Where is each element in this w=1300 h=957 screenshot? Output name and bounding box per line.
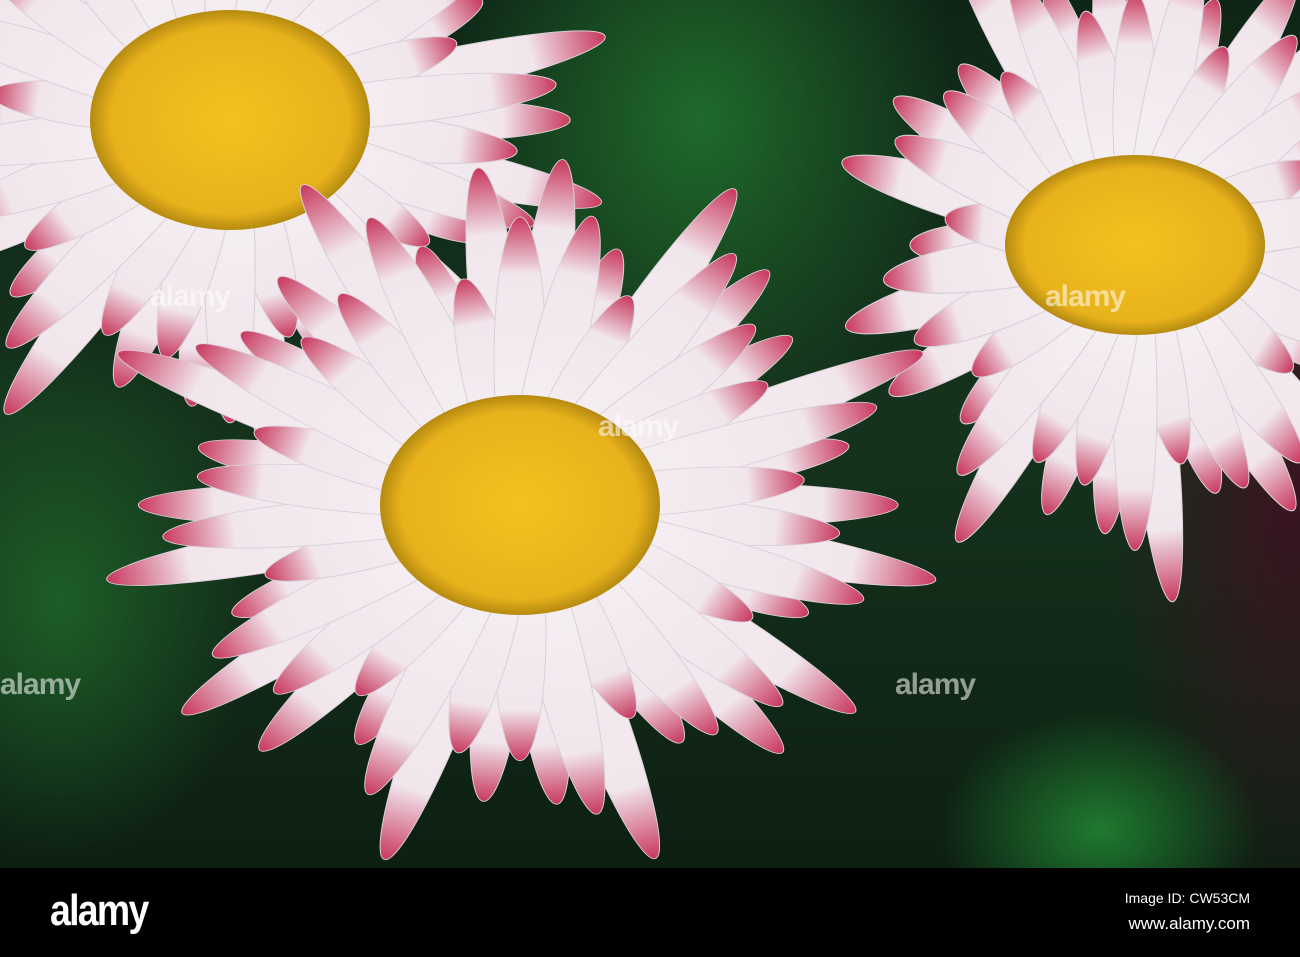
watermark: alamy	[1045, 280, 1126, 313]
flower-center	[1005, 155, 1265, 335]
footer-bar: alamy Image ID: CW53CM www.alamy.com	[0, 868, 1300, 957]
image-id: Image ID: CW53CM	[1124, 890, 1250, 906]
watermark: alamy	[598, 410, 679, 443]
watermark: alamy	[150, 280, 231, 313]
site-url: www.alamy.com	[1128, 914, 1250, 933]
watermark: alamy	[0, 668, 81, 701]
flower-center	[90, 10, 370, 230]
stock-photo: alamy alamy alamy alamy alamy alamy Imag…	[0, 0, 1300, 957]
daisy-photo: alamy alamy alamy alamy alamy	[0, 0, 1300, 868]
alamy-logo: alamy	[50, 886, 149, 935]
watermark: alamy	[895, 668, 976, 701]
